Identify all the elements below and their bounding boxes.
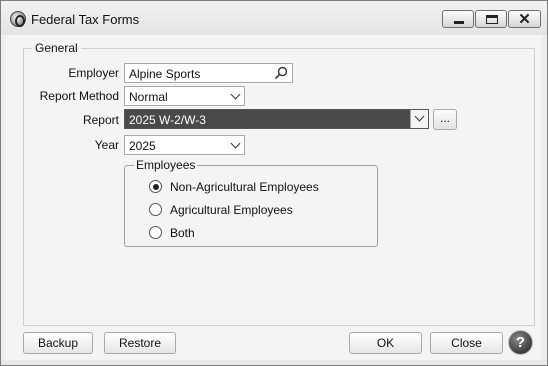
close-button[interactable]: Close	[430, 332, 503, 354]
chevron-down-icon	[230, 138, 241, 149]
radio-button[interactable]	[149, 226, 162, 239]
year-label: Year	[94, 138, 119, 152]
general-group: General Employer Alpine Sports Report Me…	[23, 41, 535, 326]
dialog-body: General Employer Alpine Sports Report Me…	[6, 35, 542, 360]
minimize-icon	[454, 21, 464, 24]
bottom-strip	[1, 360, 547, 365]
employer-label: Employer	[68, 66, 119, 80]
employer-value: Alpine Sports	[129, 67, 201, 81]
backup-button[interactable]: Backup	[23, 332, 93, 354]
title-bar[interactable]: Federal Tax Forms ✕	[1, 1, 547, 35]
report-browse-button[interactable]: ...	[433, 109, 457, 130]
close-icon: ✕	[518, 11, 531, 28]
report-method-select[interactable]: Normal	[124, 86, 245, 106]
federal-tax-forms-window: Federal Tax Forms ✕ General Employer Alp…	[0, 0, 548, 366]
year-select[interactable]: 2025	[124, 135, 245, 155]
radio-label: Non-Agricultural Employees	[170, 180, 319, 194]
window-title: Federal Tax Forms	[31, 12, 140, 27]
chevron-down-icon	[414, 111, 425, 122]
general-legend: General	[32, 41, 81, 55]
minimize-button[interactable]	[442, 10, 474, 28]
ok-button[interactable]: OK	[349, 332, 422, 354]
restore-button[interactable]: Restore	[104, 332, 176, 354]
radio-label: Agricultural Employees	[170, 203, 293, 217]
chevron-down-icon	[230, 89, 241, 100]
maximize-icon	[486, 15, 498, 24]
maximize-button[interactable]	[475, 10, 507, 28]
help-icon[interactable]: ?	[508, 330, 533, 355]
report-method-value: Normal	[129, 90, 168, 104]
report-dropdown-button[interactable]	[410, 110, 428, 128]
report-select[interactable]: 2025 W-2/W-3	[124, 109, 429, 129]
employer-field[interactable]: Alpine Sports	[124, 63, 293, 83]
app-icon[interactable]	[10, 11, 26, 27]
employees-legend: Employees	[134, 158, 198, 172]
report-label: Report	[82, 113, 119, 127]
year-value: 2025	[129, 139, 156, 153]
employees-group: Employees Non-Agricultural Employees Agr…	[124, 158, 378, 247]
window-close-button[interactable]: ✕	[508, 10, 541, 28]
search-icon[interactable]	[274, 66, 288, 80]
radio-label: Both	[170, 226, 195, 240]
report-value: 2025 W-2/W-3	[129, 113, 206, 127]
report-method-label: Report Method	[39, 89, 119, 103]
radio-button[interactable]	[149, 203, 162, 216]
radio-button[interactable]	[149, 180, 162, 193]
